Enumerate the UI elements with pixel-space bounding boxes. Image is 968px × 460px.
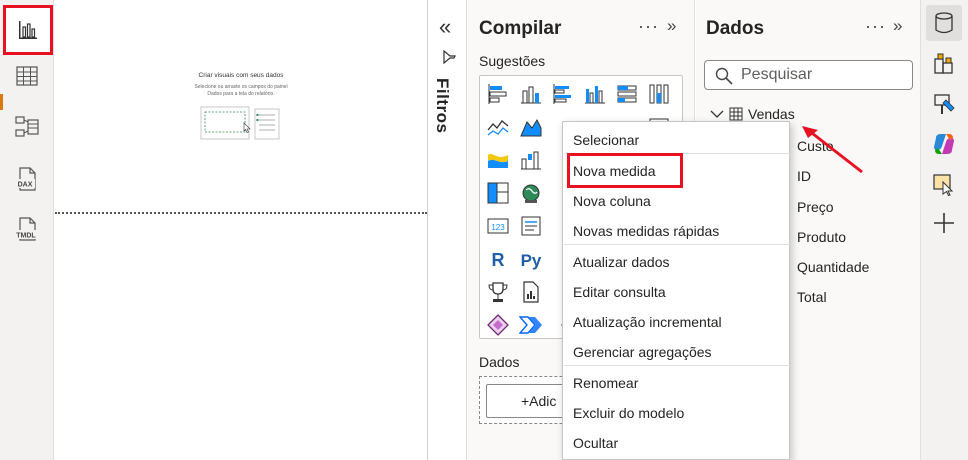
svg-text:R: R <box>492 250 505 270</box>
page-boundary <box>55 212 427 214</box>
dax-icon: DAX <box>15 167 36 191</box>
power-apps-icon[interactable] <box>483 310 513 340</box>
data-search[interactable] <box>704 60 913 90</box>
bookmarks-pane-toggle[interactable] <box>926 166 962 202</box>
empty-state-illustration <box>200 106 280 140</box>
data-pane-toggle[interactable] <box>926 5 962 41</box>
build-pane-toggle[interactable] <box>926 46 962 82</box>
stacked-column-chart-icon[interactable] <box>516 79 546 109</box>
build-pane-title: Compilar <box>479 18 562 39</box>
report-canvas[interactable]: Criar visuais com seus dados Selecione o… <box>55 0 427 460</box>
menu-item-gerenciar-agregacoes[interactable]: Gerenciar agregações <box>573 344 712 360</box>
data-pane-title: Dados <box>706 18 765 39</box>
100-bar-chart-icon[interactable] <box>612 79 642 109</box>
view-rail: DAX TMDL <box>0 0 54 460</box>
r-visual-icon[interactable]: R <box>483 244 513 274</box>
visual-cursor-icon <box>933 174 954 196</box>
menu-item-selecionar[interactable]: Selecionar <box>573 132 639 148</box>
map-icon[interactable] <box>516 178 546 208</box>
database-icon <box>935 12 953 34</box>
tmdl-view-button[interactable]: TMDL <box>8 210 46 248</box>
stacked-bar-chart-icon[interactable] <box>483 79 513 109</box>
bar-chart-icon <box>19 21 37 39</box>
menu-item-ocultar[interactable]: Ocultar <box>573 435 618 451</box>
field-produto[interactable]: Produto <box>797 229 846 245</box>
search-icon <box>715 67 733 85</box>
svg-text:DAX: DAX <box>18 182 33 189</box>
menu-item-atualizar-dados[interactable]: Atualizar dados <box>573 254 670 270</box>
fields-well-label: Dados <box>479 354 520 370</box>
menu-item-atualizacao-incremental[interactable]: Atualização incremental <box>573 314 722 330</box>
table-icon <box>729 107 743 121</box>
python-visual-icon[interactable]: Py <box>516 244 546 274</box>
empty-state-line-2: Dados para a tela do relatório. <box>207 90 275 97</box>
ribbon-area-icon[interactable] <box>483 145 513 175</box>
100-column-chart-icon[interactable] <box>644 79 674 109</box>
dax-view-button[interactable]: DAX <box>8 160 46 198</box>
paginated-report-icon[interactable] <box>516 277 546 307</box>
svg-text:123: 123 <box>491 223 505 232</box>
power-automate-icon[interactable] <box>516 310 546 340</box>
model-view-button[interactable] <box>8 108 46 146</box>
nova-medida-highlight <box>567 153 683 188</box>
table-context-menu: Selecionar Nova medida Nova coluna Novas… <box>562 121 790 460</box>
add-pane-button[interactable] <box>926 205 962 241</box>
clustered-bar-chart-icon[interactable] <box>548 79 578 109</box>
menu-separator <box>564 244 790 245</box>
search-input[interactable] <box>741 65 906 85</box>
filter-funnel-icon <box>443 50 456 64</box>
format-pane-toggle[interactable] <box>926 86 962 122</box>
menu-item-nova-coluna[interactable]: Nova coluna <box>573 193 651 209</box>
annotation-arrow-icon <box>802 126 863 174</box>
plus-icon <box>934 213 954 233</box>
report-page[interactable]: Criar visuais com seus dados Selecione o… <box>55 0 427 214</box>
field-total[interactable]: Total <box>797 289 827 305</box>
multi-row-card-icon[interactable] <box>516 211 546 241</box>
table-node-vendas[interactable]: Vendas <box>710 106 795 122</box>
build-more-options-icon[interactable]: ··· <box>638 16 659 37</box>
empty-state-title: Criar visuais com seus dados <box>198 72 284 79</box>
svg-text:Py: Py <box>521 251 542 270</box>
area-chart-icon[interactable] <box>516 112 546 142</box>
pane-switcher-rail <box>920 0 968 460</box>
chevron-down-icon[interactable] <box>710 109 724 119</box>
kpi-trophy-icon[interactable] <box>483 277 513 307</box>
copilot-pane-toggle[interactable] <box>926 126 962 162</box>
menu-item-novas-medidas-rapidas[interactable]: Novas medidas rápidas <box>573 223 719 239</box>
power-bi-window: DAX TMDL Criar visuais com seus dados Se… <box>0 0 968 460</box>
field-preco[interactable]: Preço <box>797 199 834 215</box>
menu-item-editar-consulta[interactable]: Editar consulta <box>573 284 666 300</box>
filters-pane-collapsed[interactable]: « Filtros <box>428 0 467 460</box>
waterfall-chart-icon[interactable] <box>516 145 546 175</box>
menu-item-renomear[interactable]: Renomear <box>573 375 638 391</box>
clustered-column-chart-icon[interactable] <box>580 79 610 109</box>
format-brush-icon <box>934 94 955 114</box>
empty-state-subtitle: Selecione ou arraste os campos do painel… <box>55 84 427 97</box>
suggestions-label: Sugestões <box>479 53 546 69</box>
table-icon <box>16 66 38 86</box>
data-expand-icon[interactable]: » <box>893 16 902 36</box>
card-icon[interactable]: 123 <box>483 211 513 241</box>
copilot-icon <box>934 134 954 154</box>
table-name: Vendas <box>748 106 795 122</box>
line-chart-icon[interactable] <box>483 112 513 142</box>
report-view-button[interactable] <box>3 5 53 55</box>
rail-accent-marker <box>0 94 3 110</box>
menu-separator <box>564 365 790 366</box>
model-icon <box>15 116 39 137</box>
table-view-button[interactable] <box>8 57 46 95</box>
filters-label: Filtros <box>433 78 452 134</box>
tmdl-icon: TMDL <box>13 217 39 241</box>
treemap-icon[interactable] <box>483 178 513 208</box>
svg-text:TMDL: TMDL <box>16 233 36 240</box>
expand-filters-icon[interactable]: « <box>439 14 451 40</box>
field-quantidade[interactable]: Quantidade <box>797 259 869 275</box>
build-visual-icon <box>934 53 953 74</box>
data-more-options-icon[interactable]: ··· <box>865 16 886 37</box>
menu-item-excluir-do-modelo[interactable]: Excluir do modelo <box>573 405 684 421</box>
build-expand-icon[interactable]: » <box>667 16 676 36</box>
